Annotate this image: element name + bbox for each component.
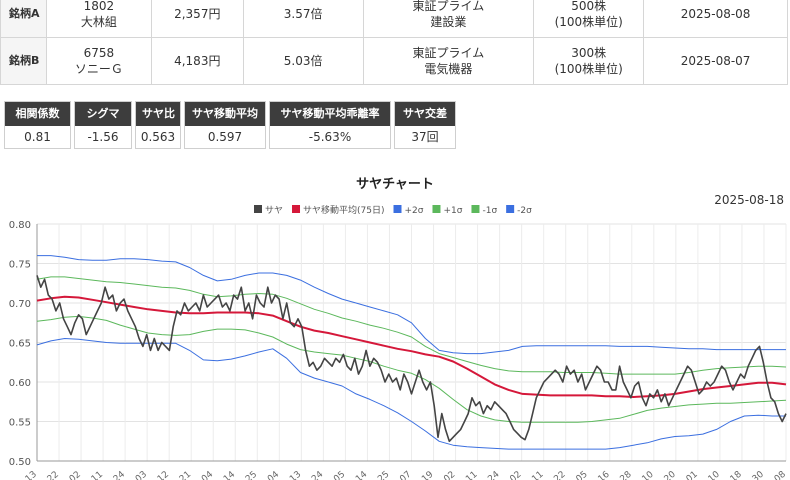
- x-tick-label: 03: [134, 470, 149, 480]
- stat-label: 相関係数: [5, 102, 70, 126]
- lot-size: 300株 (100株単位): [533, 37, 645, 85]
- pair-table: 銘柄A 1802 大林組 2,357円 3.57倍 東証プライム 建設業 500株 (100株単…: [0, 0, 788, 85]
- legend-swatch: [292, 205, 301, 213]
- x-tick-label: 10: [641, 469, 656, 480]
- x-tick-label: 11: [530, 470, 545, 480]
- x-tick-label: 19: [420, 469, 435, 480]
- stat-item: サヤ比 0.563: [135, 101, 181, 149]
- stat-item: サヤ交差 37回: [394, 101, 456, 149]
- x-tick-label: 30: [751, 469, 766, 480]
- legend-label: +1σ: [443, 206, 462, 216]
- stock-ratio: 3.57倍: [242, 0, 364, 38]
- stat-label: シグマ: [75, 102, 131, 126]
- stat-value: -5.63%: [270, 126, 390, 148]
- pair-row: 銘柄A 1802 大林組 2,357円 3.57倍 東証プライム 建設業 500株 (100株単…: [0, 0, 788, 38]
- x-tick-label: 14: [222, 469, 237, 480]
- y-tick-label: 0.75: [9, 260, 31, 271]
- y-tick-label: 0.60: [9, 378, 31, 389]
- pair-row: 銘柄B 6758 ソニーＧ 4,183円 5.03倍 東証プライム 電気機器 300株 (100…: [0, 37, 788, 85]
- legend-label: +2σ: [405, 206, 424, 216]
- row-label: 銘柄B: [0, 37, 47, 85]
- lot-size: 500株 (100株単位): [533, 0, 645, 38]
- market-sector: 東証プライム 電気機器: [362, 37, 535, 85]
- legend-swatch: [393, 205, 402, 213]
- x-tick-label: 25: [376, 470, 391, 480]
- legend-swatch: [432, 205, 441, 213]
- x-tick-label: 22: [46, 470, 61, 480]
- y-tick-label: 0.65: [9, 339, 31, 350]
- legend-swatch: [471, 205, 480, 213]
- stat-item: サヤ移動平均 0.597: [184, 101, 266, 149]
- stock-code-name: 1802 大林組: [45, 0, 152, 38]
- x-tick-label: 02: [68, 470, 83, 480]
- x-tick-label: 12: [156, 470, 171, 480]
- price-date: 2025-08-07: [643, 37, 788, 85]
- stat-value: 0.563: [136, 126, 180, 148]
- x-tick-label: 21: [178, 470, 193, 480]
- x-tick-label: 10: [707, 469, 722, 480]
- x-tick-label: 14: [354, 469, 369, 480]
- market-sector: 東証プライム 建設業: [362, 0, 535, 38]
- stock-code-name: 6758 ソニーＧ: [45, 37, 152, 85]
- stock-price: 4,183円: [150, 37, 244, 85]
- stat-value: 37回: [395, 126, 455, 148]
- legend-swatch: [506, 205, 515, 213]
- spread-chart: 0.50 0.55 0.60 0.65 0.70 0.75 0.80 13 22 02 11 24 03…: [9, 204, 788, 480]
- x-tick-label: 05: [332, 470, 347, 480]
- chart-title: サヤチャート: [356, 177, 434, 192]
- x-tick-label: 24: [112, 469, 127, 480]
- stat-value: 0.81: [5, 126, 70, 148]
- y-tick-label: 0.50: [9, 457, 31, 468]
- x-tick-label: 22: [552, 470, 567, 480]
- x-tick-label: 11: [90, 470, 105, 480]
- stat-value: -1.56: [75, 126, 131, 148]
- y-tick-label: 0.80: [9, 220, 31, 231]
- stat-item: サヤ移動平均乖離率 -5.63%: [269, 101, 391, 149]
- stat-label: サヤ移動平均乖離率: [270, 102, 390, 126]
- stat-item: 相関係数 0.81: [4, 101, 71, 149]
- y-tick-label: 0.70: [9, 299, 31, 310]
- stat-label: サヤ移動平均: [185, 102, 265, 126]
- x-tick-label: 02: [442, 470, 457, 480]
- stock-ratio: 5.03倍: [242, 37, 364, 85]
- legend-label: -2σ: [517, 206, 532, 216]
- legend-label: サヤ: [265, 205, 283, 216]
- stat-value: 0.597: [185, 126, 265, 148]
- legend-swatch: [254, 205, 262, 213]
- row-label: 銘柄A: [0, 0, 47, 38]
- stat-label: サヤ比: [136, 102, 180, 126]
- legend-label: -1σ: [482, 206, 497, 216]
- x-tick-label: 28: [619, 469, 634, 480]
- x-tick-label: 20: [663, 469, 678, 480]
- x-tick-label: 18: [729, 469, 744, 480]
- stats-bar: 相関係数 0.81 シグマ -1.56 サヤ比 0.563 サヤ移動平均 0.597 サヤ移動平…: [4, 101, 456, 149]
- stat-item: シグマ -1.56: [74, 101, 132, 149]
- x-tick-label: 24: [310, 469, 325, 480]
- x-tick-label: 02: [508, 470, 523, 480]
- x-tick-label: 25: [244, 470, 259, 480]
- x-tick-label: 07: [398, 470, 413, 480]
- stat-label: サヤ交差: [395, 102, 455, 126]
- x-tick-label: 04: [200, 469, 215, 480]
- stock-price: 2,357円: [150, 0, 244, 38]
- x-tick-label: 16: [596, 469, 611, 480]
- x-tick-label: 01: [685, 470, 700, 480]
- x-tick-label: 04: [266, 469, 281, 480]
- x-tick-label: 05: [574, 470, 589, 480]
- x-tick-label: 11: [464, 470, 479, 480]
- x-tick-label: 13: [24, 470, 39, 480]
- x-tick-label: 08: [773, 469, 788, 480]
- x-tick-label: 13: [288, 470, 303, 480]
- y-tick-label: 0.55: [9, 418, 31, 429]
- x-tick-label: 24: [486, 469, 501, 480]
- legend-label: サヤ移動平均(75日): [303, 204, 384, 216]
- price-date: 2025-08-08: [643, 0, 788, 38]
